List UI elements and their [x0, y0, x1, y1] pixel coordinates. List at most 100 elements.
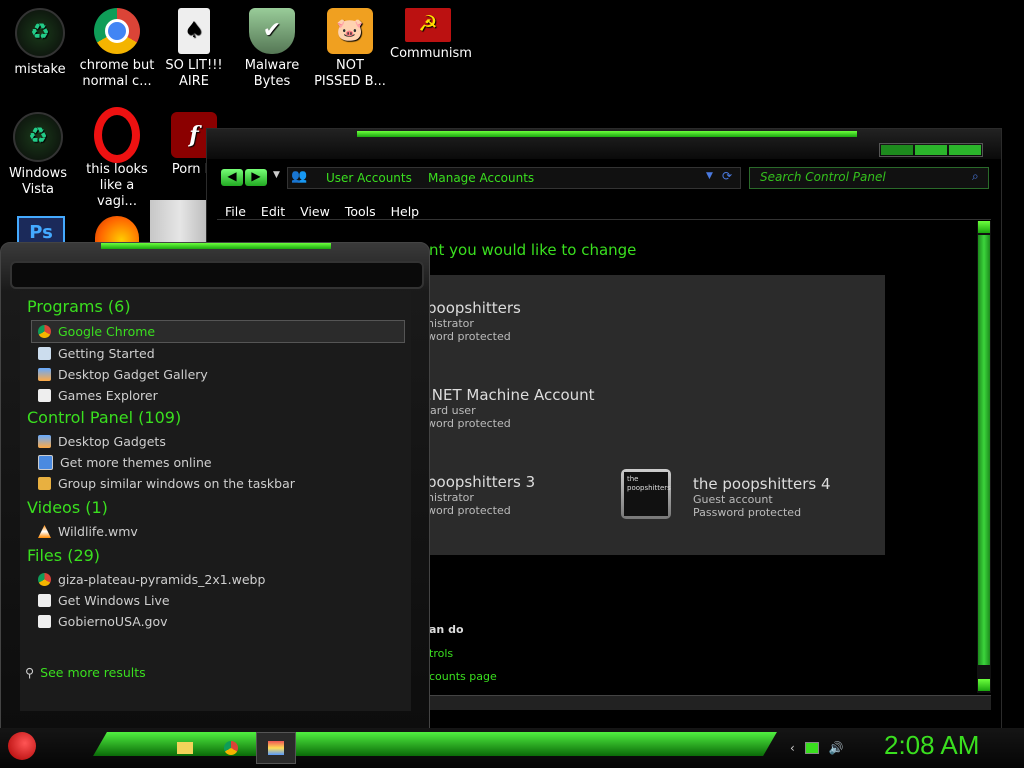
opera-icon	[94, 107, 140, 163]
forward-button[interactable]: ▶	[245, 169, 267, 186]
menu-separator	[217, 219, 991, 220]
account-tile[interactable]: poopshitters 3 nistrator word protected	[427, 473, 535, 517]
results-heading-programs: Programs (6)	[27, 297, 131, 316]
search-box[interactable]: Search Control Panel ⌕	[749, 167, 989, 189]
account-tile[interactable]: .NET Machine Account lard user word prot…	[427, 386, 595, 430]
search-icon: ⚲	[25, 665, 35, 680]
scroll-up-button[interactable]	[978, 221, 990, 233]
close-button[interactable]	[949, 145, 981, 155]
search-icon[interactable]: ⌕	[972, 169, 979, 184]
scrollbar-thumb[interactable]	[978, 235, 990, 665]
result-get-themes[interactable]: Get more themes online	[20, 452, 411, 473]
back-button[interactable]: ◀	[221, 169, 243, 186]
breadcrumb-user-accounts[interactable]: User Accounts	[326, 171, 412, 185]
result-games-explorer[interactable]: Games Explorer	[20, 385, 411, 406]
result-wildlife-video[interactable]: Wildlife.wmv	[20, 521, 411, 542]
shield-icon: ✔	[249, 8, 295, 54]
angry-bird-icon	[8, 732, 36, 760]
results-heading-videos: Videos (1)	[27, 498, 108, 517]
control-panel-icon	[268, 741, 284, 755]
see-more-results[interactable]: ⚲ See more results	[25, 665, 146, 680]
result-desktop-gadgets[interactable]: Desktop Gadgets	[20, 431, 411, 452]
account-tile[interactable]: poopshitters nistrator word protected	[427, 299, 521, 343]
account-type: nistrator	[427, 317, 474, 330]
avatar: the poopshitters	[621, 469, 671, 519]
account-status: word protected	[427, 330, 511, 343]
games-icon	[38, 389, 51, 402]
desktop-icon-bad-piggies[interactable]: 🐷 NOT PISSED B...	[312, 8, 388, 90]
desktop-icon-windows-vista[interactable]: ♻ Windows Vista	[0, 112, 76, 198]
start-search-input[interactable]	[10, 261, 424, 289]
vlc-icon	[38, 525, 51, 538]
account-status: word protected	[427, 504, 511, 517]
address-dropdown-icon[interactable]: ▼	[706, 171, 713, 181]
task-link[interactable]: trols	[429, 647, 453, 660]
maximize-button[interactable]	[915, 145, 947, 155]
window-title-bar[interactable]	[207, 129, 1001, 159]
menu-edit[interactable]: Edit	[261, 204, 285, 219]
breadcrumb-manage-accounts[interactable]: Manage Accounts	[428, 171, 534, 185]
results-heading-files: Files (29)	[27, 546, 101, 565]
desktop-icon-solitaire[interactable]: ♠ SO LIT!!! AIRE	[156, 8, 232, 90]
taskbar-chrome-button[interactable]	[218, 736, 244, 760]
taskbar-icon	[38, 477, 51, 490]
search-results-panel: Programs (6) Google Chrome Getting Start…	[20, 291, 411, 711]
start-button[interactable]	[4, 728, 44, 768]
result-gadget-gallery[interactable]: Desktop Gadget Gallery	[20, 364, 411, 385]
window-controls[interactable]	[879, 143, 983, 157]
solitaire-icon: ♠	[178, 8, 210, 54]
start-menu: Programs (6) Google Chrome Getting Start…	[0, 242, 430, 730]
show-hidden-icons-icon[interactable]: ‹	[790, 741, 795, 755]
gadget-icon	[38, 368, 51, 381]
result-getting-started[interactable]: Getting Started	[20, 343, 411, 364]
menu-view[interactable]: View	[300, 204, 330, 219]
volume-icon[interactable]: 🔊	[829, 741, 844, 755]
menu-tools[interactable]: Tools	[345, 204, 376, 219]
gadget-icon	[38, 435, 51, 448]
recent-pages-chevron-icon[interactable]: ▼	[273, 170, 280, 180]
recycle-bin-icon: ♻	[13, 112, 63, 162]
desktop-icon-opera[interactable]: this looks like a vagi...	[79, 107, 155, 210]
document-icon	[38, 615, 51, 628]
taskbar: ‹ 🔊 2:08 AM	[0, 728, 1024, 768]
desktop-icon-malwarebytes[interactable]: ✔ Malware Bytes	[234, 8, 310, 90]
scroll-down-button[interactable]	[978, 679, 990, 691]
account-type: Guest account	[693, 493, 773, 506]
network-icon[interactable]	[804, 742, 819, 754]
avatar-text: the poopshitters	[624, 472, 671, 516]
menu-file[interactable]: File	[225, 204, 246, 219]
result-giza-image[interactable]: giza-plateau-pyramids_2x1.webp	[20, 569, 411, 590]
result-windows-live[interactable]: Get Windows Live	[20, 590, 411, 611]
taskbar-control-panel-button[interactable]	[256, 732, 296, 764]
account-status: Password protected	[693, 506, 802, 519]
users-icon: 👥	[291, 169, 308, 184]
notification-area: ‹ 🔊	[790, 738, 870, 758]
taskbar-explorer-button[interactable]	[172, 736, 198, 760]
desktop-icon-chrome[interactable]: chrome but normal c...	[79, 8, 155, 90]
search-input[interactable]: Search Control Panel	[760, 170, 886, 184]
desktop-icon-communism[interactable]: ☭ Communism	[390, 8, 472, 62]
blurred-icon[interactable]	[150, 200, 210, 242]
result-google-chrome[interactable]: Google Chrome	[31, 320, 405, 343]
task-link[interactable]: counts page	[429, 670, 497, 683]
result-group-windows[interactable]: Group similar windows on the taskbar	[20, 473, 411, 494]
document-icon	[38, 347, 51, 360]
address-bar[interactable]: 👥 User Accounts Manage Accounts ▼ ⟳	[287, 167, 741, 189]
minimize-button[interactable]	[881, 145, 913, 155]
account-name: poopshitters	[427, 299, 521, 317]
clock[interactable]: 2:08 AM	[884, 730, 979, 761]
chrome-icon	[38, 573, 51, 586]
desktop-icon-mistake[interactable]: ♻ mistake	[2, 8, 78, 78]
account-type: nistrator	[427, 491, 474, 504]
bad-piggies-icon: 🐷	[327, 8, 373, 54]
title-accent	[357, 131, 857, 137]
account-name: .NET Machine Account	[427, 386, 595, 404]
account-name: poopshitters 3	[427, 473, 536, 491]
menu-help[interactable]: Help	[391, 204, 420, 219]
result-gobierno-usa[interactable]: GobiernoUSA.gov	[20, 611, 411, 632]
chrome-icon	[38, 325, 51, 338]
refresh-icon[interactable]: ⟳	[722, 169, 732, 183]
vertical-scrollbar[interactable]	[977, 221, 991, 693]
menu-bar: File Edit View Tools Help	[217, 201, 991, 219]
document-icon	[38, 594, 51, 607]
